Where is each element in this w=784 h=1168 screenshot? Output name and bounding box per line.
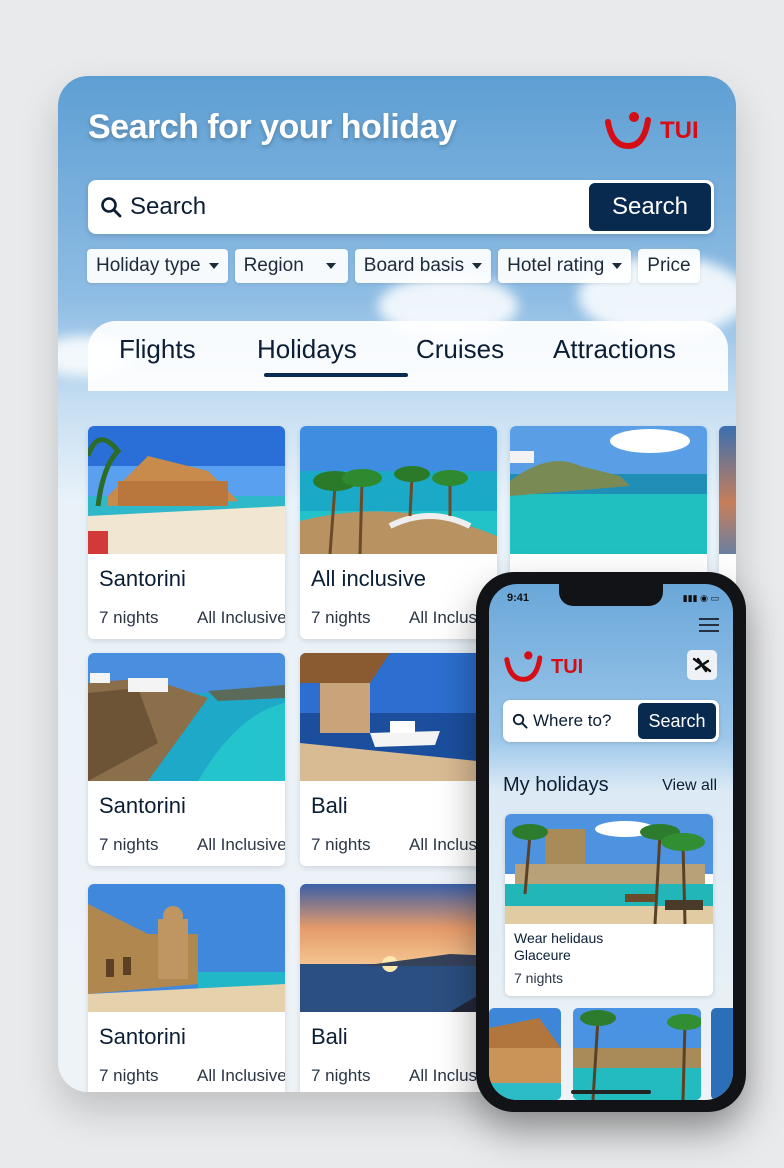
holiday-card-title: Wear helidaus Glaceure (514, 930, 704, 964)
phone-screen: 9:41 ▮▮▮ ◉ ▭ TUI Where to? Search My hol… (489, 584, 733, 1100)
chevron-down-icon (325, 263, 336, 269)
card-title: All inclusive (311, 566, 426, 591)
logo-text: TUI (660, 117, 699, 144)
card-title: Santorini (99, 1024, 186, 1049)
holiday-title-line: Wear helidaus (514, 930, 604, 946)
card-nights: 7 nights (99, 1066, 159, 1085)
logo-text: TUI (551, 655, 584, 678)
destination-search-bar: Where to? Search (503, 700, 719, 742)
chevron-down-icon (472, 263, 483, 269)
card-title: Bali (311, 1024, 348, 1049)
search-bar: Search Search (88, 180, 714, 234)
holiday-image (88, 884, 285, 1012)
card-nights: 7 nights (311, 835, 371, 854)
tab-attractions[interactable]: Attractions (553, 334, 676, 365)
holiday-image (505, 814, 713, 925)
filter-bar: Holiday type Region Board basis Hotel ra… (87, 249, 700, 283)
holiday-image (88, 426, 285, 554)
phone-notch (559, 584, 663, 606)
airplane-icon (692, 657, 712, 673)
card-title: Santorini (99, 566, 186, 591)
filter-region[interactable]: Region (234, 249, 348, 283)
destination-input[interactable]: Where to? (533, 711, 611, 731)
my-holiday-card[interactable]: Wear helidaus Glaceure 7 nights (505, 814, 713, 996)
tui-logo[interactable]: TUI (604, 108, 699, 154)
holiday-thumbnail[interactable] (573, 1008, 701, 1100)
tab-flights[interactable]: Flights (119, 334, 196, 365)
card-board-basis: All Inclusive (197, 835, 285, 854)
tui-smile-logo-icon (504, 651, 543, 682)
card-nights: 7 nights (311, 608, 371, 627)
holiday-thumbnail-partial[interactable] (711, 1008, 733, 1100)
filter-price[interactable]: Price (638, 249, 700, 283)
card-nights: 7 nights (99, 608, 159, 627)
holiday-nights: 7 nights (514, 970, 564, 986)
holiday-image (719, 426, 736, 554)
filter-label: Holiday type (96, 255, 201, 276)
search-button[interactable]: Search (638, 703, 716, 739)
filter-label: Hotel rating (507, 255, 605, 276)
page-title: Search for your holiday (88, 108, 457, 146)
search-input[interactable]: Search (130, 193, 206, 221)
status-time: 9:41 (507, 592, 530, 604)
card-nights: 7 nights (311, 1066, 371, 1085)
menu-icon[interactable] (699, 618, 719, 636)
filter-label: Price (647, 255, 691, 276)
home-indicator (571, 1090, 651, 1094)
tab-bar: Flights Holidays Cruises Attractions (88, 321, 728, 391)
tui-smile-logo-icon (605, 112, 651, 150)
tab-holidays[interactable]: Holidays (257, 334, 357, 365)
holiday-card[interactable]: Santorini 7 nights All Inclusive (88, 653, 285, 866)
filter-hotel-rating[interactable]: Hotel rating (498, 249, 632, 283)
chevron-down-icon (612, 263, 623, 269)
holiday-title-line: Glaceure (514, 947, 571, 963)
holiday-card[interactable]: All inclusive 7 nights All Inclusive (300, 426, 497, 639)
holiday-image (300, 884, 497, 1012)
holiday-thumbnail[interactable] (489, 1008, 561, 1100)
holiday-card[interactable]: Santorini 7 nights All Inclusive (88, 884, 285, 1092)
holiday-image (88, 653, 285, 781)
holiday-image (300, 426, 497, 554)
card-title: Santorini (99, 793, 186, 818)
holiday-card[interactable]: Bali 7 nights All Inclusive (300, 653, 497, 866)
holiday-card[interactable]: Bali 7 nights All Inclusive (300, 884, 497, 1092)
card-board-basis: All Inclusive (197, 608, 285, 627)
search-icon (101, 197, 122, 218)
search-button[interactable]: Search (589, 183, 711, 231)
filter-board-basis[interactable]: Board basis (354, 249, 492, 283)
status-indicators: ▮▮▮ ◉ ▭ (682, 593, 719, 603)
holiday-image (300, 653, 497, 781)
flights-button[interactable] (687, 650, 717, 680)
filter-holiday-type[interactable]: Holiday type (87, 249, 228, 283)
section-title: My holidays (503, 774, 609, 796)
active-tab-indicator (264, 373, 408, 377)
chevron-down-icon (208, 263, 219, 269)
view-all-link[interactable]: View all (662, 777, 717, 795)
card-title: Bali (311, 793, 348, 818)
tab-cruises[interactable]: Cruises (416, 334, 504, 365)
card-board-basis: All Inclusive (197, 1066, 285, 1085)
tui-logo[interactable]: TUI (503, 648, 583, 686)
holiday-card[interactable]: Santorini 7 nights All Inclusive (88, 426, 285, 639)
filter-label: Region (243, 255, 304, 276)
filter-label: Board basis (363, 255, 465, 276)
search-icon (512, 713, 528, 729)
holiday-image (510, 426, 707, 554)
card-nights: 7 nights (99, 835, 159, 854)
phone-device: 9:41 ▮▮▮ ◉ ▭ TUI Where to? Search My hol… (476, 572, 746, 1112)
